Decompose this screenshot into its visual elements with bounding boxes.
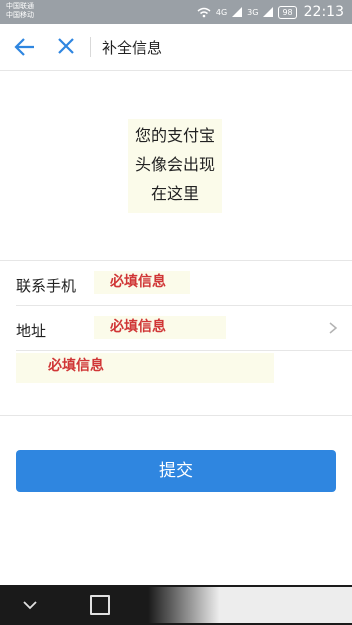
chevron-right-icon [329,322,338,334]
avatar-note-line-1: 您的支付宝 [134,126,215,145]
divider [0,415,352,416]
address-row[interactable]: 地址 必填信息 [0,306,352,350]
address-required-note: 必填信息 [94,316,226,339]
phone-required-note: 必填信息 [94,271,190,294]
address-label: 地址 [16,322,47,340]
header-divider [90,37,91,57]
signal-type-1: 4G [215,7,228,17]
avatar-note-line-2: 头像会出现 [134,155,215,174]
header-bar: 补全信息 [0,24,352,71]
battery-icon: 98 [278,5,297,19]
watermark-glow [148,587,352,623]
square-icon[interactable] [90,595,110,615]
detail-address-input[interactable]: 必填信息 [16,353,274,383]
carrier-1: 中国联通 [6,2,34,10]
clock: 22:13 [303,4,344,20]
avatar-note-line-3: 在这里 [150,184,199,203]
signal-icon-2 [263,7,274,17]
submit-button[interactable]: 提交 [16,450,336,492]
divider [16,350,352,351]
phone-label: 联系手机 [16,277,77,295]
phone-row[interactable]: 联系手机 必填信息 [0,261,352,305]
chevron-down-icon[interactable] [20,595,40,615]
system-nav-bar [0,585,352,625]
status-bar: 中国联通 中国移动 4G 3G 98 22:13 [0,0,352,24]
carrier-2: 中国移动 [6,11,34,19]
status-indicators: 4G 3G 98 22:13 [197,3,344,21]
page-title: 补全信息 [102,39,163,57]
form-content: 您的支付宝 头像会出现 在这里 联系手机 必填信息 地址 必填信息 必填信息 提… [0,71,352,585]
arrow-left-icon[interactable] [14,36,36,58]
close-icon[interactable] [56,36,76,56]
wifi-icon [197,7,211,17]
signal-type-2: 3G [247,7,259,17]
carrier-labels: 中国联通 中国移动 [6,2,34,20]
avatar-placeholder: 您的支付宝 头像会出现 在这里 [128,119,222,213]
signal-icon [232,7,243,17]
